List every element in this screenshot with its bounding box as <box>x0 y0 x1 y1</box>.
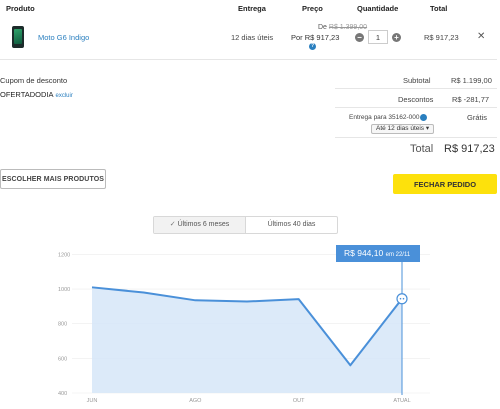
header-price: Preço <box>302 4 323 13</box>
discount-value: R$ -281,77 <box>452 95 490 104</box>
chevron-down-icon: ▾ <box>425 125 430 132</box>
price-info-icon[interactable]: ? <box>309 43 316 50</box>
choose-more-products-button[interactable]: ESCOLHER MAIS PRODUTOS <box>0 169 106 189</box>
subtotal-label: Subtotal <box>403 76 431 85</box>
delivery-time: 12 dias úteis <box>231 33 274 42</box>
shipping-option-value: Até 12 dias úteis <box>376 125 425 132</box>
header-quantity: Quantidade <box>357 4 399 13</box>
y-tick-label: 1000 <box>58 287 70 293</box>
coupon-label: Cupom de desconto <box>0 76 68 85</box>
tab-label: Últimos 40 dias <box>267 221 316 228</box>
summary-divider <box>335 88 497 89</box>
x-tick-label: AGO <box>189 398 202 404</box>
new-price: Por R$ 917,23 <box>291 33 340 42</box>
shipping-option-select[interactable]: Até 12 dias úteis ▾ <box>371 124 435 134</box>
old-price: De R$ 1.399,00 <box>318 24 367 31</box>
close-order-button[interactable]: FECHAR PEDIDO <box>393 174 497 194</box>
y-tick-label: 800 <box>58 322 67 328</box>
product-image[interactable] <box>12 26 24 48</box>
y-tick-label: 1200 <box>58 252 70 258</box>
y-tick-label: 400 <box>58 391 67 397</box>
total-label: Total <box>410 143 434 155</box>
summary-divider <box>335 137 497 138</box>
total-value: R$ 917,23 <box>444 143 495 155</box>
check-icon: ✓ <box>169 221 176 228</box>
header-total: Total <box>430 4 448 13</box>
quantity-input[interactable] <box>368 30 388 44</box>
header-product: Produto <box>6 4 35 13</box>
quantity-increase-button[interactable]: + <box>392 33 401 42</box>
summary-divider <box>335 107 497 108</box>
tab-label: Últimos 6 meses <box>177 221 230 228</box>
price-area <box>92 287 402 393</box>
cart-table: Produto Entrega Preço Quantidade Total M… <box>0 0 497 60</box>
chart-period-tabs: ✓ Últimos 6 meses Últimos 40 dias <box>153 216 338 234</box>
subtotal-value: R$ 1.199,00 <box>451 76 492 85</box>
shipping-value: Grátis <box>467 113 488 122</box>
highlight-point <box>396 293 408 305</box>
price-tooltip: R$ 944,10 em 22/11 <box>336 245 420 262</box>
old-price-value: R$ 1.399,00 <box>328 24 368 31</box>
y-tick-label: 600 <box>58 356 67 362</box>
coupon-code: OFERTADODIA <box>0 90 54 99</box>
remove-item-icon[interactable]: ✕ <box>477 31 485 42</box>
tooltip-date: em 22/11 <box>385 252 411 258</box>
x-tick-label: OUT <box>293 398 305 404</box>
discount-label: Descontos <box>398 95 434 104</box>
header-delivery: Entrega <box>238 4 266 13</box>
highlight-point-dot <box>399 297 402 300</box>
product-name-link[interactable]: Moto G6 Indigo <box>38 33 89 42</box>
tab-last-40-days[interactable]: Últimos 40 dias <box>246 217 337 233</box>
quantity-decrease-button[interactable]: − <box>355 33 364 42</box>
tab-last-6-months[interactable]: ✓ Últimos 6 meses <box>154 217 246 233</box>
x-tick-label: JUN <box>87 398 98 404</box>
highlight-point-dot <box>402 297 405 300</box>
price-history-chart: 400 600 800 1000 1200 JUN AGO OUT ATUAL <box>58 252 430 404</box>
tooltip-value: R$ 944,10 <box>344 248 384 258</box>
shipping-label: Entrega para 35162-000 <box>349 114 420 121</box>
coupon-applied: OFERTADODIA excluir <box>0 90 73 99</box>
coupon-remove-link[interactable]: excluir <box>55 93 72 99</box>
x-tick-label: ATUAL <box>393 398 410 404</box>
item-total: R$ 917,23 <box>424 33 459 42</box>
old-price-prefix: De <box>318 24 329 31</box>
shipping-info-icon[interactable] <box>420 114 427 121</box>
